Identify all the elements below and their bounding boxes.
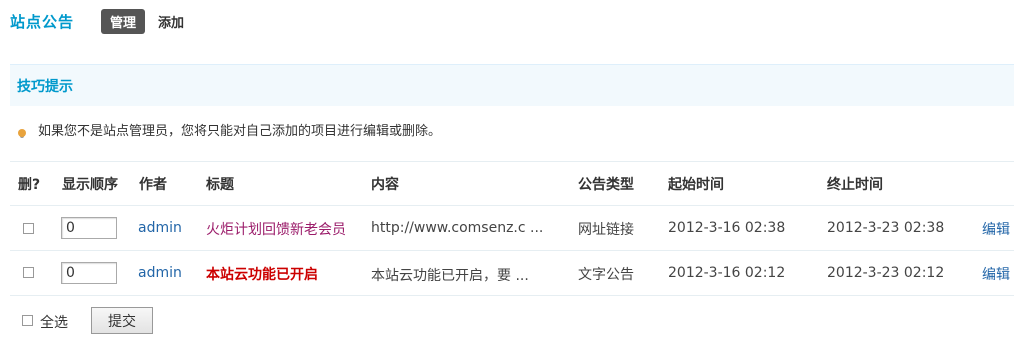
edit-link[interactable]: 编辑	[982, 219, 1010, 239]
delete-checkbox[interactable]	[23, 223, 34, 234]
col-header-type: 公告类型	[578, 177, 634, 193]
tab-add[interactable]: 添加	[158, 12, 184, 31]
col-header-author: 作者	[139, 177, 167, 193]
title-link[interactable]: 火炬计划回馈新老会员	[206, 219, 346, 239]
order-input[interactable]: 0	[61, 217, 117, 239]
submit-button[interactable]: 提交	[91, 307, 153, 334]
divider	[10, 161, 1014, 162]
header-bar: 站点公告 管理 添加	[10, 8, 184, 34]
divider	[10, 250, 1014, 251]
divider	[10, 205, 1014, 206]
page-title: 站点公告	[10, 12, 75, 31]
end-time: 2012-3-23 02:12	[827, 265, 945, 281]
type-text: 网址链接	[578, 222, 634, 238]
author-link[interactable]: admin	[138, 220, 182, 236]
col-header-order: 显示顺序	[62, 177, 118, 193]
col-header-delete: 删?	[18, 177, 41, 193]
order-input[interactable]: 0	[61, 262, 117, 284]
bullet-icon	[18, 128, 26, 137]
tab-manage[interactable]: 管理	[101, 8, 146, 34]
select-all-checkbox[interactable]	[22, 315, 33, 326]
tips-header: 技巧提示	[10, 64, 1014, 106]
tips-heading: 技巧提示	[17, 78, 73, 95]
col-header-title: 标题	[206, 177, 234, 193]
tip-item: 如果您不是站点管理员，您将只能对自己添加的项目进行编辑或删除。	[18, 120, 441, 139]
select-all-label[interactable]: 全选	[40, 312, 68, 332]
title-link[interactable]: 本站云功能已开启	[206, 264, 318, 284]
start-time: 2012-3-16 02:38	[668, 220, 786, 236]
type-text: 文字公告	[578, 267, 634, 283]
author-link[interactable]: admin	[138, 265, 182, 281]
edit-link[interactable]: 编辑	[982, 264, 1010, 284]
content-text: http://www.comsenz.c ...	[371, 220, 544, 236]
divider	[10, 295, 1014, 296]
tip-text: 如果您不是站点管理员，您将只能对自己添加的项目进行编辑或删除。	[38, 124, 442, 139]
end-time: 2012-3-23 02:38	[827, 220, 945, 236]
col-header-content: 内容	[371, 177, 399, 193]
start-time: 2012-3-16 02:12	[668, 265, 786, 281]
col-header-end: 终止时间	[827, 177, 883, 193]
delete-checkbox[interactable]	[23, 267, 34, 278]
col-header-start: 起始时间	[668, 177, 724, 193]
content-text: 本站云功能已开启，要 ...	[371, 268, 529, 284]
